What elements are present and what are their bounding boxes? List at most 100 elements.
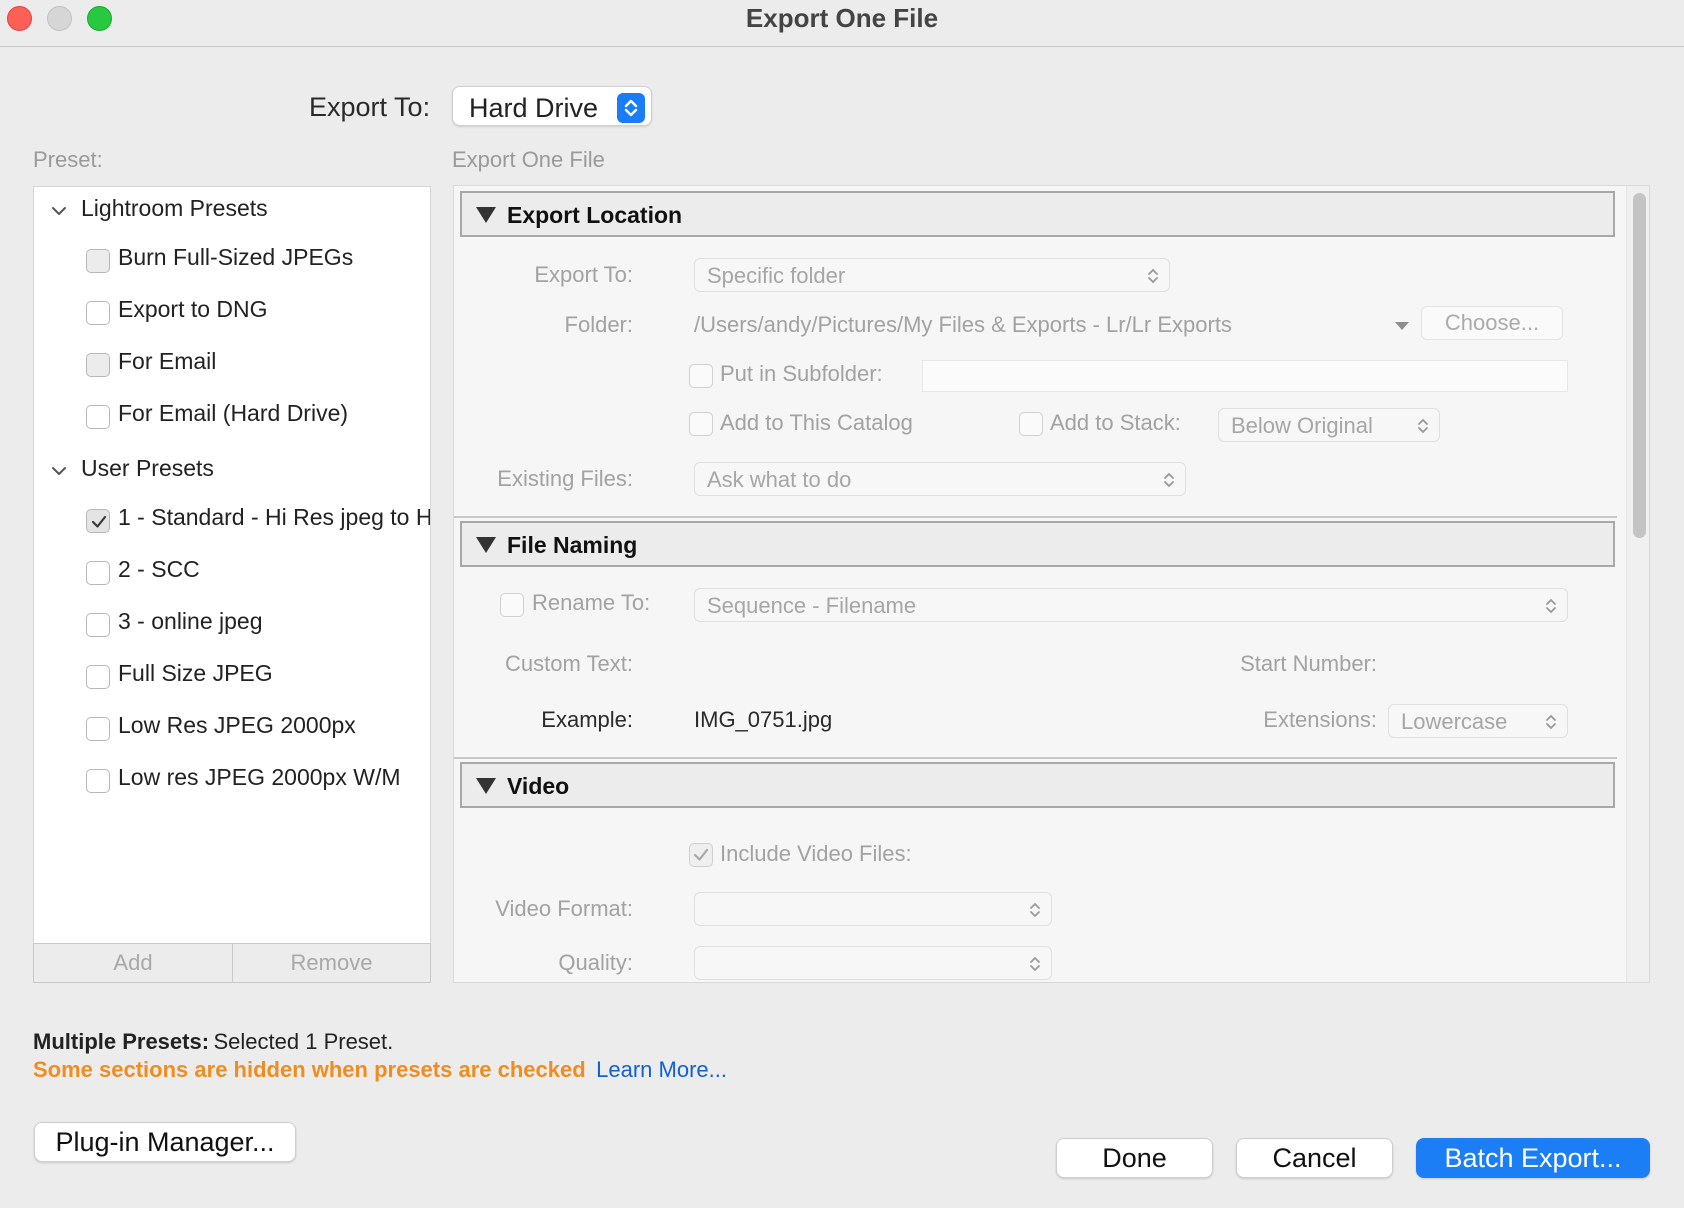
- extensions-value: Lowercase: [1401, 709, 1508, 734]
- stack-position-value: Below Original: [1231, 413, 1373, 438]
- settings-scrollbar[interactable]: [1626, 186, 1649, 982]
- subfolder-name-field[interactable]: [922, 360, 1568, 392]
- chevron-down-icon: [50, 459, 68, 486]
- example-label: Example:: [541, 707, 633, 732]
- preset-heading: Preset:: [33, 147, 103, 172]
- preset-item[interactable]: For Email (Hard Drive): [86, 397, 430, 437]
- remove-preset-button[interactable]: Remove: [232, 943, 431, 983]
- add-to-stack-label: Add to Stack:: [1050, 410, 1181, 435]
- preset-checkbox[interactable]: [86, 613, 110, 637]
- chevron-updown-icon: [1545, 713, 1557, 736]
- preset-item[interactable]: Low Res JPEG 2000px: [86, 709, 430, 749]
- hidden-sections-notice: Some sections are hidden when presets ar…: [33, 1057, 727, 1083]
- chevron-updown-icon: [1147, 267, 1159, 290]
- preset-group-lightroom[interactable]: Lightroom Presets: [34, 195, 430, 225]
- preset-list: Lightroom Presets Burn Full-Sized JPEGs …: [33, 186, 431, 946]
- preset-label: Low res JPEG 2000px W/M: [118, 764, 401, 790]
- quality-popup[interactable]: [694, 946, 1052, 980]
- preset-label: For Email: [118, 348, 217, 374]
- preset-label: 1 - Standard - Hi Res jpeg to H: [118, 504, 430, 530]
- folder-path: /Users/andy/Pictures/My Files & Exports …: [694, 312, 1232, 337]
- popup-stepper-icon: [617, 93, 645, 123]
- add-to-catalog-checkbox[interactable]: [689, 412, 713, 436]
- preset-checkbox[interactable]: [86, 665, 110, 689]
- include-video-label: Include Video Files:: [720, 841, 912, 866]
- extensions-popup[interactable]: Lowercase: [1388, 704, 1568, 738]
- choose-folder-button[interactable]: Choose...: [1421, 306, 1563, 340]
- triangle-down-icon: [476, 778, 496, 799]
- preset-item[interactable]: Full Size JPEG: [86, 657, 430, 697]
- multiple-presets-label: Multiple Presets:: [33, 1029, 210, 1054]
- existing-files-label: Existing Files:: [497, 466, 633, 491]
- preset-item[interactable]: 2 - SCC: [86, 553, 430, 593]
- preset-item[interactable]: Export to DNG: [86, 293, 430, 333]
- scrollbar-thumb[interactable]: [1633, 193, 1646, 538]
- quality-label: Quality:: [558, 950, 633, 975]
- chevron-down-icon: [50, 199, 68, 226]
- rename-to-label: Rename To:: [532, 590, 651, 615]
- export-to-label: Export To:: [309, 92, 431, 122]
- preset-item[interactable]: Low res JPEG 2000px W/M: [86, 761, 430, 801]
- section-export-location[interactable]: Export Location: [460, 191, 1615, 237]
- section-title: Video: [507, 773, 570, 799]
- video-format-popup[interactable]: [694, 892, 1052, 926]
- batch-export-button[interactable]: Batch Export...: [1416, 1138, 1650, 1178]
- put-in-subfolder-checkbox[interactable]: [689, 364, 713, 388]
- section-title: File Naming: [507, 532, 638, 558]
- stack-position-popup[interactable]: Below Original: [1218, 408, 1440, 442]
- preset-checkbox[interactable]: [86, 249, 110, 273]
- existing-files-popup[interactable]: Ask what to do: [694, 462, 1186, 496]
- preset-label: Low Res JPEG 2000px: [118, 712, 356, 738]
- preset-label: 3 - online jpeg: [118, 608, 263, 634]
- preset-checkbox[interactable]: [86, 769, 110, 793]
- section-video[interactable]: Video: [460, 762, 1615, 808]
- export-to-popup[interactable]: Hard Drive: [452, 86, 652, 126]
- preset-checkbox[interactable]: [86, 561, 110, 585]
- done-button[interactable]: Done: [1056, 1138, 1213, 1178]
- export-to-folder-value: Specific folder: [707, 263, 846, 288]
- preset-checkbox[interactable]: [86, 301, 110, 325]
- chevron-updown-icon: [1029, 955, 1041, 978]
- export-to-folder-popup[interactable]: Specific folder: [694, 258, 1170, 292]
- add-to-catalog-label: Add to This Catalog: [720, 410, 913, 435]
- multiple-presets-value: Selected 1 Preset.: [213, 1029, 394, 1054]
- section-divider: [454, 516, 1617, 518]
- preset-checkbox[interactable]: [86, 717, 110, 741]
- plugin-manager-button[interactable]: Plug-in Manager...: [34, 1122, 296, 1162]
- learn-more-link[interactable]: Learn More...: [596, 1057, 727, 1082]
- preset-checkbox[interactable]: [86, 405, 110, 429]
- chevron-updown-icon: [1029, 901, 1041, 924]
- chevron-updown-icon: [1545, 597, 1557, 620]
- add-preset-button[interactable]: Add: [33, 943, 233, 983]
- add-to-stack-checkbox[interactable]: [1019, 412, 1043, 436]
- section-file-naming[interactable]: File Naming: [460, 521, 1615, 567]
- chevron-updown-icon: [1417, 417, 1429, 440]
- extensions-label: Extensions:: [1263, 707, 1377, 732]
- preset-label: Burn Full-Sized JPEGs: [118, 244, 354, 270]
- cancel-button[interactable]: Cancel: [1236, 1138, 1393, 1178]
- window-title: Export One File: [745, 3, 939, 33]
- export-to-value: Hard Drive: [469, 93, 599, 123]
- rename-template-popup[interactable]: Sequence - Filename: [694, 588, 1568, 622]
- subfolder-label: Put in Subfolder:: [720, 361, 883, 386]
- preset-item[interactable]: 1 - Standard - Hi Res jpeg to H: [86, 501, 430, 541]
- preset-item[interactable]: For Email: [86, 345, 430, 385]
- folder-recent-dropdown-icon[interactable]: [1394, 318, 1410, 336]
- preset-checkbox[interactable]: [86, 509, 110, 533]
- preset-checkbox[interactable]: [86, 353, 110, 377]
- video-format-label: Video Format:: [495, 896, 633, 921]
- preset-label: Full Size JPEG: [118, 660, 273, 686]
- rename-template-value: Sequence - Filename: [707, 593, 917, 618]
- preset-item[interactable]: Burn Full-Sized JPEGs: [86, 241, 430, 281]
- hidden-sections-warning: Some sections are hidden when presets ar…: [33, 1057, 586, 1082]
- rename-to-checkbox[interactable]: [500, 593, 524, 617]
- preset-group-label: User Presets: [81, 455, 214, 481]
- start-number-label: Start Number:: [1240, 651, 1377, 676]
- preset-group-label: Lightroom Presets: [81, 195, 268, 221]
- preset-item[interactable]: 3 - online jpeg: [86, 605, 430, 645]
- section-divider: [454, 757, 1617, 759]
- preset-group-user[interactable]: User Presets: [34, 455, 430, 485]
- triangle-down-icon: [476, 537, 496, 558]
- title-bar: Export One File: [0, 0, 1684, 47]
- include-video-checkbox[interactable]: [689, 843, 713, 867]
